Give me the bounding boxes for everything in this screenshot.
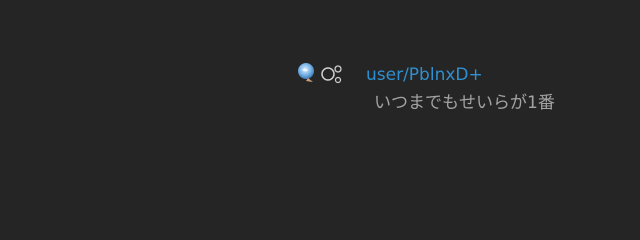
message-text: いつまでもせいらが1番 [374, 93, 555, 113]
avatar[interactable] [296, 60, 348, 90]
username-link[interactable]: user/PblnxD+ [366, 64, 483, 86]
bubbles-icon [321, 65, 342, 84]
orb-avatar-icon [298, 63, 314, 82]
post-item: user/PblnxD+ いつまでもせいらが1番 [296, 60, 616, 120]
